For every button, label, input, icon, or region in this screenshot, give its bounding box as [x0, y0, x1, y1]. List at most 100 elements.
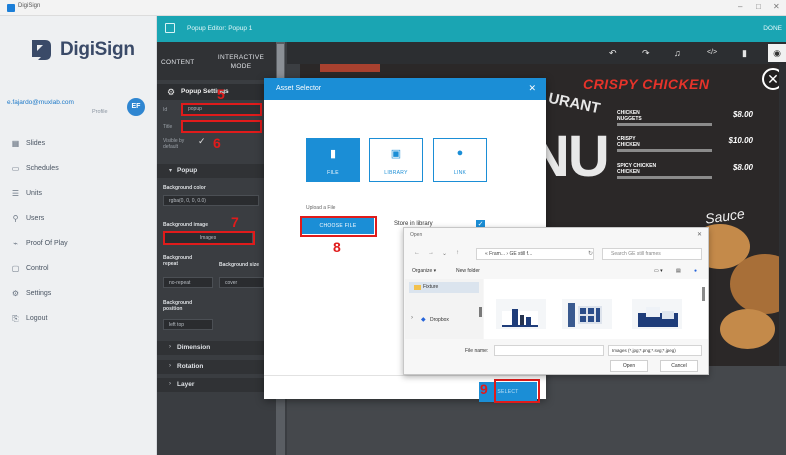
nav-pane-scrollbar[interactable]	[479, 307, 482, 317]
expand-icon[interactable]	[165, 23, 175, 33]
units-icon: ☰	[11, 188, 20, 198]
undo-icon[interactable]: ↶	[609, 48, 617, 59]
bg-size-select[interactable]: cover	[219, 277, 264, 288]
slides-icon: ▦	[11, 138, 20, 148]
window-titlebar: DigiSign – □ ✕	[0, 0, 786, 16]
brand-logo: DigiSign	[28, 36, 135, 64]
back-arrow-icon[interactable]: ←	[414, 250, 420, 256]
path-bar[interactable]: « Fram... › GE still f...	[476, 248, 594, 260]
close-window-button[interactable]: ✕	[773, 2, 780, 11]
bg-size-label: Background size	[219, 262, 260, 268]
menu-item-price: $8.00	[732, 163, 753, 172]
maximize-button[interactable]: □	[756, 2, 761, 11]
view-icon[interactable]: ▭ ▾	[654, 268, 663, 274]
dialog-nav-pane: Fixture › ◆ Dropbox	[405, 279, 483, 339]
file-icon: ▮	[329, 148, 337, 160]
file-type-select[interactable]: Images (*.jpg;*.png;*.svg;*.jpeg)	[608, 345, 702, 356]
section-dimension[interactable]: › Dimension	[157, 341, 274, 355]
redo-icon[interactable]: ↷	[642, 48, 650, 59]
sidebar-item-control[interactable]: ▢ Control	[11, 261, 49, 275]
sidebar-item-proof-of-play[interactable]: ⌁ Proof Of Play	[11, 236, 68, 250]
menu-heading: CRISPY CHICKEN	[583, 76, 710, 92]
menu-item-desc	[617, 176, 712, 179]
sidebar-item-units[interactable]: ☰ Units	[11, 186, 42, 200]
help-icon[interactable]: ●	[694, 268, 697, 274]
highlight-box-9	[494, 379, 540, 403]
gear-icon: ⚙	[167, 87, 176, 97]
section-layer[interactable]: › Layer	[157, 378, 274, 392]
phone-icon[interactable]: ▮	[742, 48, 747, 59]
section-popup[interactable]: ▾ Popup	[157, 164, 274, 178]
section-layer-label: Layer	[177, 381, 195, 388]
eye-icon[interactable]: ◉	[768, 44, 786, 62]
sidebar-item-logout[interactable]: ⎘ Logout	[11, 311, 47, 325]
user-card[interactable]: e.fajardo@muxlab.com Profile EF	[7, 96, 152, 122]
step-number-8: 8	[333, 239, 341, 255]
menu-item-price: $8.00	[732, 110, 753, 119]
close-icon[interactable]: ✕	[528, 83, 536, 94]
chevron-right-icon: ›	[169, 381, 171, 387]
new-folder-button[interactable]: New folder	[456, 268, 480, 274]
file-name-input[interactable]	[494, 345, 604, 356]
popup-settings-header[interactable]: ⚙ Popup Settings	[157, 84, 274, 100]
bg-color-input[interactable]: rgba(0, 0, 0, 0.0)	[163, 195, 259, 206]
cancel-button[interactable]: Cancel	[660, 360, 698, 372]
id-label: Id	[163, 107, 168, 113]
sidebar-item-label: Proof Of Play	[26, 239, 68, 247]
editor-topbar: Popup Editor: Popup 1 DONE	[157, 16, 786, 42]
avatar[interactable]: EF	[127, 98, 145, 116]
menu-item: CRISPY CHICKEN $10.00	[617, 136, 753, 156]
section-rotation-label: Rotation	[177, 363, 204, 370]
minimize-button[interactable]: –	[738, 2, 742, 11]
sidebar-item-slides[interactable]: ▦ Slides	[11, 136, 45, 150]
visible-checkbox[interactable]: ✓	[198, 136, 206, 147]
preview-pane-icon[interactable]: ▤	[676, 268, 681, 274]
up-arrow-icon[interactable]: ↑	[456, 250, 459, 256]
nav-item-dropbox[interactable]: Dropbox	[430, 317, 449, 323]
bg-position-select[interactable]: left top	[163, 319, 213, 330]
forward-arrow-icon[interactable]: →	[428, 250, 434, 256]
menu-item-price: $10.00	[728, 136, 753, 145]
source-file-button[interactable]: ▮ FILE	[306, 138, 360, 182]
dialog-nav-row: ← → ⌄ ↑ « Fram... › GE still f... ↻ Sear…	[404, 245, 710, 263]
highlight-box-7	[163, 231, 255, 245]
dialog-search-input[interactable]: Search GE still frames	[602, 248, 702, 260]
step-number-7: 7	[231, 214, 239, 230]
file-list-scrollbar[interactable]	[702, 287, 705, 301]
canvas-decoration	[320, 64, 380, 72]
folder-icon	[414, 285, 421, 290]
expand-chevron-icon[interactable]: ›	[411, 315, 413, 321]
menu-item-name: SPICY CHICKEN CHICKEN	[617, 163, 657, 175]
chevron-down-icon[interactable]: ⌄	[442, 250, 447, 257]
file-thumbnail[interactable]	[632, 299, 682, 329]
source-link-button[interactable]: ● LINK	[433, 138, 487, 182]
canvas-scrollbar[interactable]	[779, 64, 786, 366]
source-file-label: FILE	[327, 170, 339, 176]
music-icon[interactable]: ♫	[674, 48, 681, 58]
upload-label: Upload a File	[306, 205, 336, 211]
user-icon: ⚲	[12, 213, 19, 223]
file-thumbnail[interactable]	[562, 299, 612, 329]
source-library-button[interactable]: ▣ LIBRARY	[369, 138, 423, 182]
sidebar-item-users[interactable]: ⚲ Users	[11, 211, 45, 225]
bg-repeat-select[interactable]: no-repeat	[163, 277, 213, 288]
open-button[interactable]: Open	[610, 360, 648, 372]
sidebar-item-label: Control	[26, 264, 49, 272]
dialog-close-icon[interactable]: ✕	[697, 231, 702, 238]
profile-link[interactable]: Profile	[92, 109, 108, 115]
highlight-box-8	[300, 216, 377, 237]
code-icon[interactable]: </>	[707, 49, 717, 56]
section-rotation[interactable]: › Rotation	[157, 360, 274, 374]
sidebar-item-schedules[interactable]: ▭ Schedules	[11, 161, 59, 175]
organize-menu[interactable]: Organize ▾	[412, 268, 436, 274]
title-label: Title	[163, 124, 173, 130]
tab-interactive-mode[interactable]: INTERACTIVE MODE	[211, 53, 271, 71]
done-button[interactable]: DONE	[763, 25, 782, 32]
nav-item-fixture[interactable]: Fixture	[409, 282, 479, 293]
refresh-icon[interactable]: ↻	[588, 250, 593, 257]
tab-content[interactable]: CONTENT	[161, 59, 195, 66]
source-link-label: LINK	[453, 170, 467, 176]
sidebar-item-settings[interactable]: ⚙ Settings	[11, 286, 51, 300]
file-thumbnail[interactable]	[496, 299, 546, 329]
chevron-down-icon: ▾	[169, 168, 173, 174]
